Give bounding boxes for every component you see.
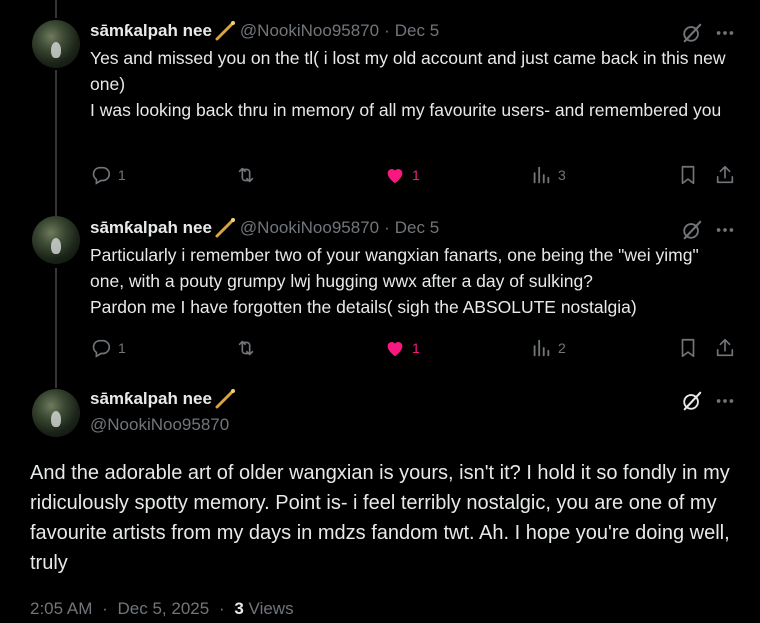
views-total: 3 bbox=[234, 599, 244, 618]
more-icon[interactable] bbox=[714, 390, 736, 412]
reply-count: 1 bbox=[118, 340, 126, 356]
grok-icon[interactable] bbox=[681, 22, 703, 44]
wand-emoji-icon bbox=[215, 218, 235, 238]
share-button[interactable] bbox=[714, 163, 736, 187]
user-handle[interactable]: @NookiNoo95870 bbox=[240, 21, 379, 41]
display-name[interactable]: sāmƙalpah nee bbox=[90, 218, 212, 238]
separator: · bbox=[384, 21, 390, 40]
bookmark-icon bbox=[681, 338, 695, 358]
like-button[interactable]: 1 bbox=[384, 163, 420, 187]
tweet-text: Particularly i remember two of your wang… bbox=[90, 245, 699, 317]
tweet-header: sāmƙalpah nee @NookiNoo95870 · Dec 5 bbox=[90, 218, 439, 238]
tweet-full-date[interactable]: Dec 5, 2025 bbox=[118, 599, 210, 618]
like-icon bbox=[387, 342, 403, 357]
tweet-text: Yes and missed you on the tl( i lost my … bbox=[90, 48, 726, 120]
avatar[interactable] bbox=[32, 216, 80, 264]
tweet-meta: 2:05 AM · Dec 5, 2025 · 3 Views bbox=[30, 599, 294, 619]
display-name[interactable]: sāmƙalpah nee bbox=[90, 389, 212, 409]
grok-icon[interactable] bbox=[681, 219, 703, 241]
tweet-date[interactable]: Dec 5 bbox=[395, 218, 439, 238]
reply-icon bbox=[92, 339, 111, 358]
views-label: Views bbox=[248, 599, 294, 618]
share-button[interactable] bbox=[714, 336, 736, 360]
avatar[interactable] bbox=[32, 20, 80, 68]
main-user-handle[interactable]: @NookiNoo95870 bbox=[90, 415, 229, 435]
display-name[interactable]: sāmƙalpah nee bbox=[90, 21, 212, 41]
views-count: 2 bbox=[558, 340, 566, 356]
retweet-button[interactable] bbox=[235, 336, 257, 360]
main-display-name: sāmƙalpah nee bbox=[90, 389, 236, 409]
avatar[interactable] bbox=[32, 389, 80, 437]
tweet-date[interactable]: Dec 5 bbox=[395, 21, 439, 41]
tweet[interactable]: sāmƙalpah nee @NookiNoo95870 · Dec 5 Par… bbox=[0, 195, 760, 375]
views-icon bbox=[533, 166, 550, 184]
share-icon bbox=[716, 338, 734, 357]
bookmark-icon bbox=[681, 165, 695, 185]
like-count: 1 bbox=[412, 340, 420, 356]
views-button[interactable]: 2 bbox=[530, 336, 566, 360]
bookmark-button[interactable] bbox=[677, 163, 699, 187]
retweet-icon bbox=[238, 340, 254, 356]
main-tweet-text: And the adorable art of older wangxian i… bbox=[30, 462, 730, 574]
like-button[interactable]: 1 bbox=[384, 336, 420, 360]
separator: · bbox=[218, 599, 225, 618]
user-handle[interactable]: @NookiNoo95870 bbox=[240, 218, 379, 238]
more-icon[interactable] bbox=[714, 219, 736, 241]
share-icon bbox=[716, 165, 734, 184]
tweet-actions: 1 1 3 bbox=[90, 163, 740, 187]
retweet-icon bbox=[238, 167, 254, 183]
reply-button[interactable]: 1 bbox=[90, 163, 126, 187]
separator: · bbox=[384, 218, 390, 237]
tweet-time[interactable]: 2:05 AM bbox=[30, 599, 92, 618]
like-icon bbox=[387, 169, 403, 184]
wand-emoji-icon bbox=[215, 21, 235, 41]
views-button[interactable]: 3 bbox=[530, 163, 566, 187]
reply-icon bbox=[92, 166, 111, 185]
reply-button[interactable]: 1 bbox=[90, 336, 126, 360]
retweet-button[interactable] bbox=[235, 163, 257, 187]
like-count: 1 bbox=[412, 167, 420, 183]
more-icon[interactable] bbox=[714, 22, 736, 44]
tweet-actions: 1 1 2 bbox=[90, 336, 740, 360]
separator: · bbox=[102, 599, 108, 618]
reply-count: 1 bbox=[118, 167, 126, 183]
tweet[interactable]: sāmƙalpah nee @NookiNoo95870 · Dec 5 Yes… bbox=[0, 0, 760, 195]
views-count: 3 bbox=[558, 167, 566, 183]
views-icon bbox=[533, 339, 550, 357]
bookmark-button[interactable] bbox=[677, 336, 699, 360]
grok-icon[interactable] bbox=[681, 390, 703, 412]
wand-emoji-icon bbox=[215, 389, 235, 409]
tweet-header: sāmƙalpah nee @NookiNoo95870 · Dec 5 bbox=[90, 21, 439, 41]
